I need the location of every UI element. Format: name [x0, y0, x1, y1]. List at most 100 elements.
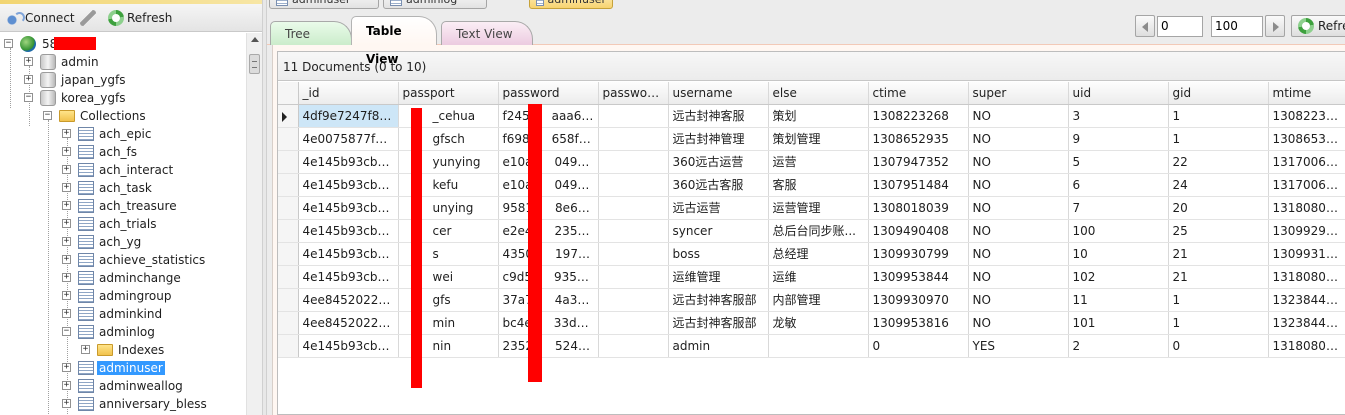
tab-tree-view[interactable]: Tree View [270, 21, 352, 65]
table-row[interactable]: 4e145b93cb75... nin 2352 524fa... admin 0 YES 2… [278, 334, 1345, 358]
column-header[interactable]: uid [1068, 82, 1169, 105]
cell-super[interactable]: NO [968, 150, 1069, 174]
column-header[interactable]: _id [298, 82, 399, 105]
tree-node-collection[interactable]: + ach_epic [62, 125, 154, 143]
tree-node-collection[interactable]: + ach_treasure [62, 197, 179, 215]
tree-scrollbar[interactable] [246, 33, 262, 415]
column-header[interactable]: password... [598, 82, 669, 105]
cell-super[interactable]: NO [968, 173, 1069, 197]
expand-icon[interactable]: + [62, 273, 71, 282]
cell--id[interactable]: 4e145b93cb75... [298, 219, 399, 243]
cell-ctime[interactable]: 0 [868, 334, 969, 358]
collapse-icon[interactable]: − [62, 327, 71, 336]
row-selector[interactable] [278, 288, 299, 312]
cell-uid[interactable]: 102 [1068, 265, 1169, 289]
cell--id[interactable]: 4e145b93cb75... [298, 265, 399, 289]
tab-text-view[interactable]: Text View [441, 21, 533, 45]
cell-mtime[interactable]: 1308223288 [1268, 104, 1345, 128]
tree-node-db-korea-ygfs[interactable]: − korea_ygfs [24, 89, 127, 107]
cell-username[interactable]: 远古运营 [668, 196, 769, 220]
expand-icon[interactable]: + [81, 345, 90, 354]
expand-icon[interactable]: + [24, 75, 33, 84]
cell-username[interactable]: 运维管理 [668, 265, 769, 289]
tree-node-collection[interactable]: + adminchange [62, 269, 183, 287]
column-header[interactable]: ctime [868, 82, 969, 105]
table-row[interactable]: 4ee8452022941...gfs37a74a313...远古封神客服部内部… [278, 288, 1345, 312]
cell-ctime[interactable]: 1309930970 [868, 288, 969, 312]
cell-gid[interactable]: 25 [1168, 219, 1269, 243]
column-header[interactable]: super [968, 82, 1069, 105]
refresh-button[interactable]: Refresh [1291, 15, 1345, 37]
cell--id[interactable]: 4e0075877f8b9... [298, 127, 399, 151]
expand-icon[interactable]: + [62, 147, 71, 156]
cell-gid[interactable]: 22 [1168, 150, 1269, 174]
expand-icon[interactable]: + [62, 291, 71, 300]
cell--id[interactable]: 4ee8452022941... [298, 288, 399, 312]
cell-password[interactable] [598, 104, 669, 128]
row-selector[interactable] [278, 219, 299, 243]
cell-username[interactable]: syncer [668, 219, 769, 243]
cell-password[interactable] [598, 173, 669, 197]
connect-button[interactable]: Connect [6, 8, 75, 28]
cell-username[interactable]: 远古封神管理 [668, 127, 769, 151]
cell-password[interactable]: e10a049ba... [498, 150, 599, 174]
cell-else[interactable]: 运维 [768, 265, 869, 289]
cell-mtime[interactable]: 1318080839 [1268, 196, 1345, 220]
cell-else[interactable]: 运营 [768, 150, 869, 174]
tree-node-collection[interactable]: + ach_yg [62, 233, 143, 251]
cell--id[interactable]: 4e145b93cb75... [298, 334, 399, 358]
table-row[interactable]: 4df9e7247f8b9... _cehua f245 aaa65... 远古封神客服… [278, 104, 1345, 128]
cell--id[interactable]: 4df9e7247f8b9... [298, 104, 399, 128]
cell-ctime[interactable]: 1309953844 [868, 265, 969, 289]
cell-else[interactable]: 客服 [768, 173, 869, 197]
cell-password[interactable] [598, 265, 669, 289]
cell-password[interactable]: c9d5935c69... [498, 265, 599, 289]
limit-input[interactable] [1211, 15, 1263, 37]
tree-node-collection[interactable]: + ach_interact [62, 161, 175, 179]
cell-else[interactable]: 策划管理 [768, 127, 869, 151]
table-row[interactable]: 4e145b93cb75...unying95818e6ec0...远古运营运营… [278, 196, 1345, 220]
cell-mtime[interactable]: 1318080869 [1268, 265, 1345, 289]
cell-else[interactable]: 总经理 [768, 242, 869, 266]
tree-node-db-japan-ygfs[interactable]: + japan_ygfs [24, 71, 127, 89]
cell-password[interactable] [598, 127, 669, 151]
cell-mtime[interactable]: 1318080802 [1268, 334, 1345, 358]
cell-ctime[interactable]: 1307951484 [868, 173, 969, 197]
row-selector[interactable] [278, 196, 299, 220]
cell-password[interactable]: 37a74a313... [498, 288, 599, 312]
cell-else[interactable]: 龙敏 [768, 311, 869, 335]
cell-username[interactable]: 360远古运营 [668, 150, 769, 174]
table-row[interactable]: 4ee8452022941...minbc4e33dd5...远古封神客服部龙敏… [278, 311, 1345, 335]
table-row[interactable]: 4e145b93cb75...s43501971b...boss总经理13099… [278, 242, 1345, 266]
table-row[interactable]: 4e145b93cb75...weic9d5935c69...运维管理运维130… [278, 265, 1345, 289]
cell-uid[interactable]: 5 [1068, 150, 1169, 174]
tree-node-db-admin[interactable]: + admin [24, 53, 101, 71]
cell-password[interactable] [598, 196, 669, 220]
cell--id[interactable]: 4e145b93cb75... [298, 196, 399, 220]
tree-node-collection[interactable]: − adminlog [62, 323, 157, 341]
cell-password[interactable]: e10a049ba... [498, 173, 599, 197]
expand-icon[interactable]: + [62, 219, 71, 228]
cell-ctime[interactable]: 1309953816 [868, 311, 969, 335]
cell-password[interactable] [598, 311, 669, 335]
doc-tab[interactable]: adminuser [269, 0, 379, 9]
cell-else[interactable]: 总后台同步账... [768, 219, 869, 243]
cell-ctime[interactable]: 1308223268 [868, 104, 969, 128]
cell-uid[interactable]: 101 [1068, 311, 1169, 335]
cell-uid[interactable]: 11 [1068, 288, 1169, 312]
prev-page-button[interactable] [1135, 15, 1155, 37]
cell-uid[interactable]: 9 [1068, 127, 1169, 151]
table-row[interactable]: 4e145b93cb75...kefue10a049ba...360远古客服客服… [278, 173, 1345, 197]
expand-icon[interactable]: + [62, 165, 71, 174]
cell-gid[interactable]: 1 [1168, 288, 1269, 312]
cell-mtime[interactable]: 1309931871 [1268, 242, 1345, 266]
tree-node-collection[interactable]: + achieve_statistics [62, 251, 207, 269]
row-selector[interactable] [278, 173, 299, 197]
cell-else[interactable]: 策划 [768, 104, 869, 128]
tree-node-server[interactable]: − 58 8 [4, 35, 96, 53]
cell-mtime[interactable]: 1323844783 [1268, 288, 1345, 312]
cell-username[interactable]: 远古封神客服 [668, 104, 769, 128]
expand-icon[interactable]: + [62, 201, 71, 210]
tree-node-collection[interactable]: + adminweallog [62, 377, 185, 395]
cell-password[interactable] [598, 334, 669, 358]
